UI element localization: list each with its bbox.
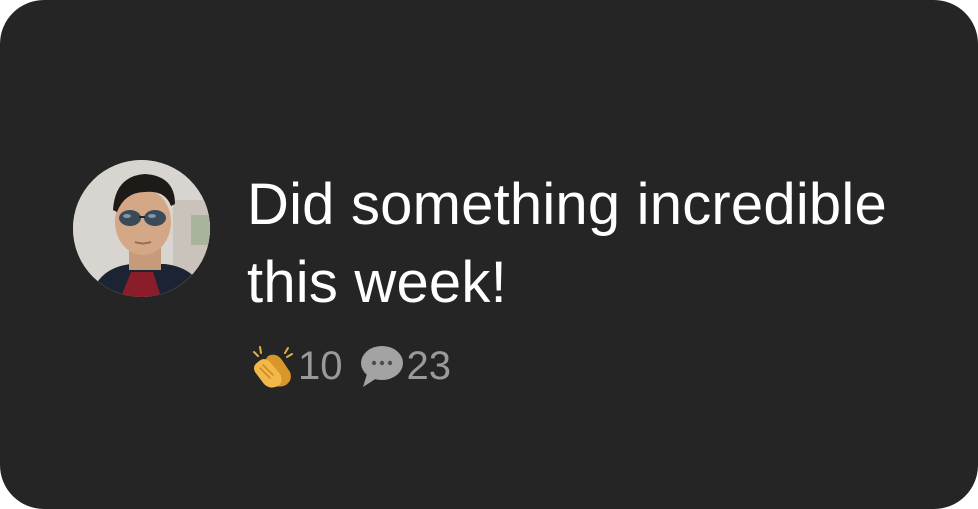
clap-count: 10 (298, 344, 343, 388)
clapping-hands-icon (248, 342, 296, 390)
post-card[interactable]: Did something incredible this week! 10 2… (0, 0, 978, 509)
post-text: Did something incredible this week! (247, 172, 887, 315)
speech-bubble-icon (357, 342, 405, 390)
reaction-bar: 10 23 (248, 340, 451, 392)
avatar-photo (73, 160, 210, 297)
clap-reaction[interactable]: 10 (248, 342, 343, 390)
avatar[interactable] (73, 160, 210, 297)
comment-reaction[interactable]: 23 (357, 342, 452, 390)
comment-count: 23 (406, 344, 452, 388)
